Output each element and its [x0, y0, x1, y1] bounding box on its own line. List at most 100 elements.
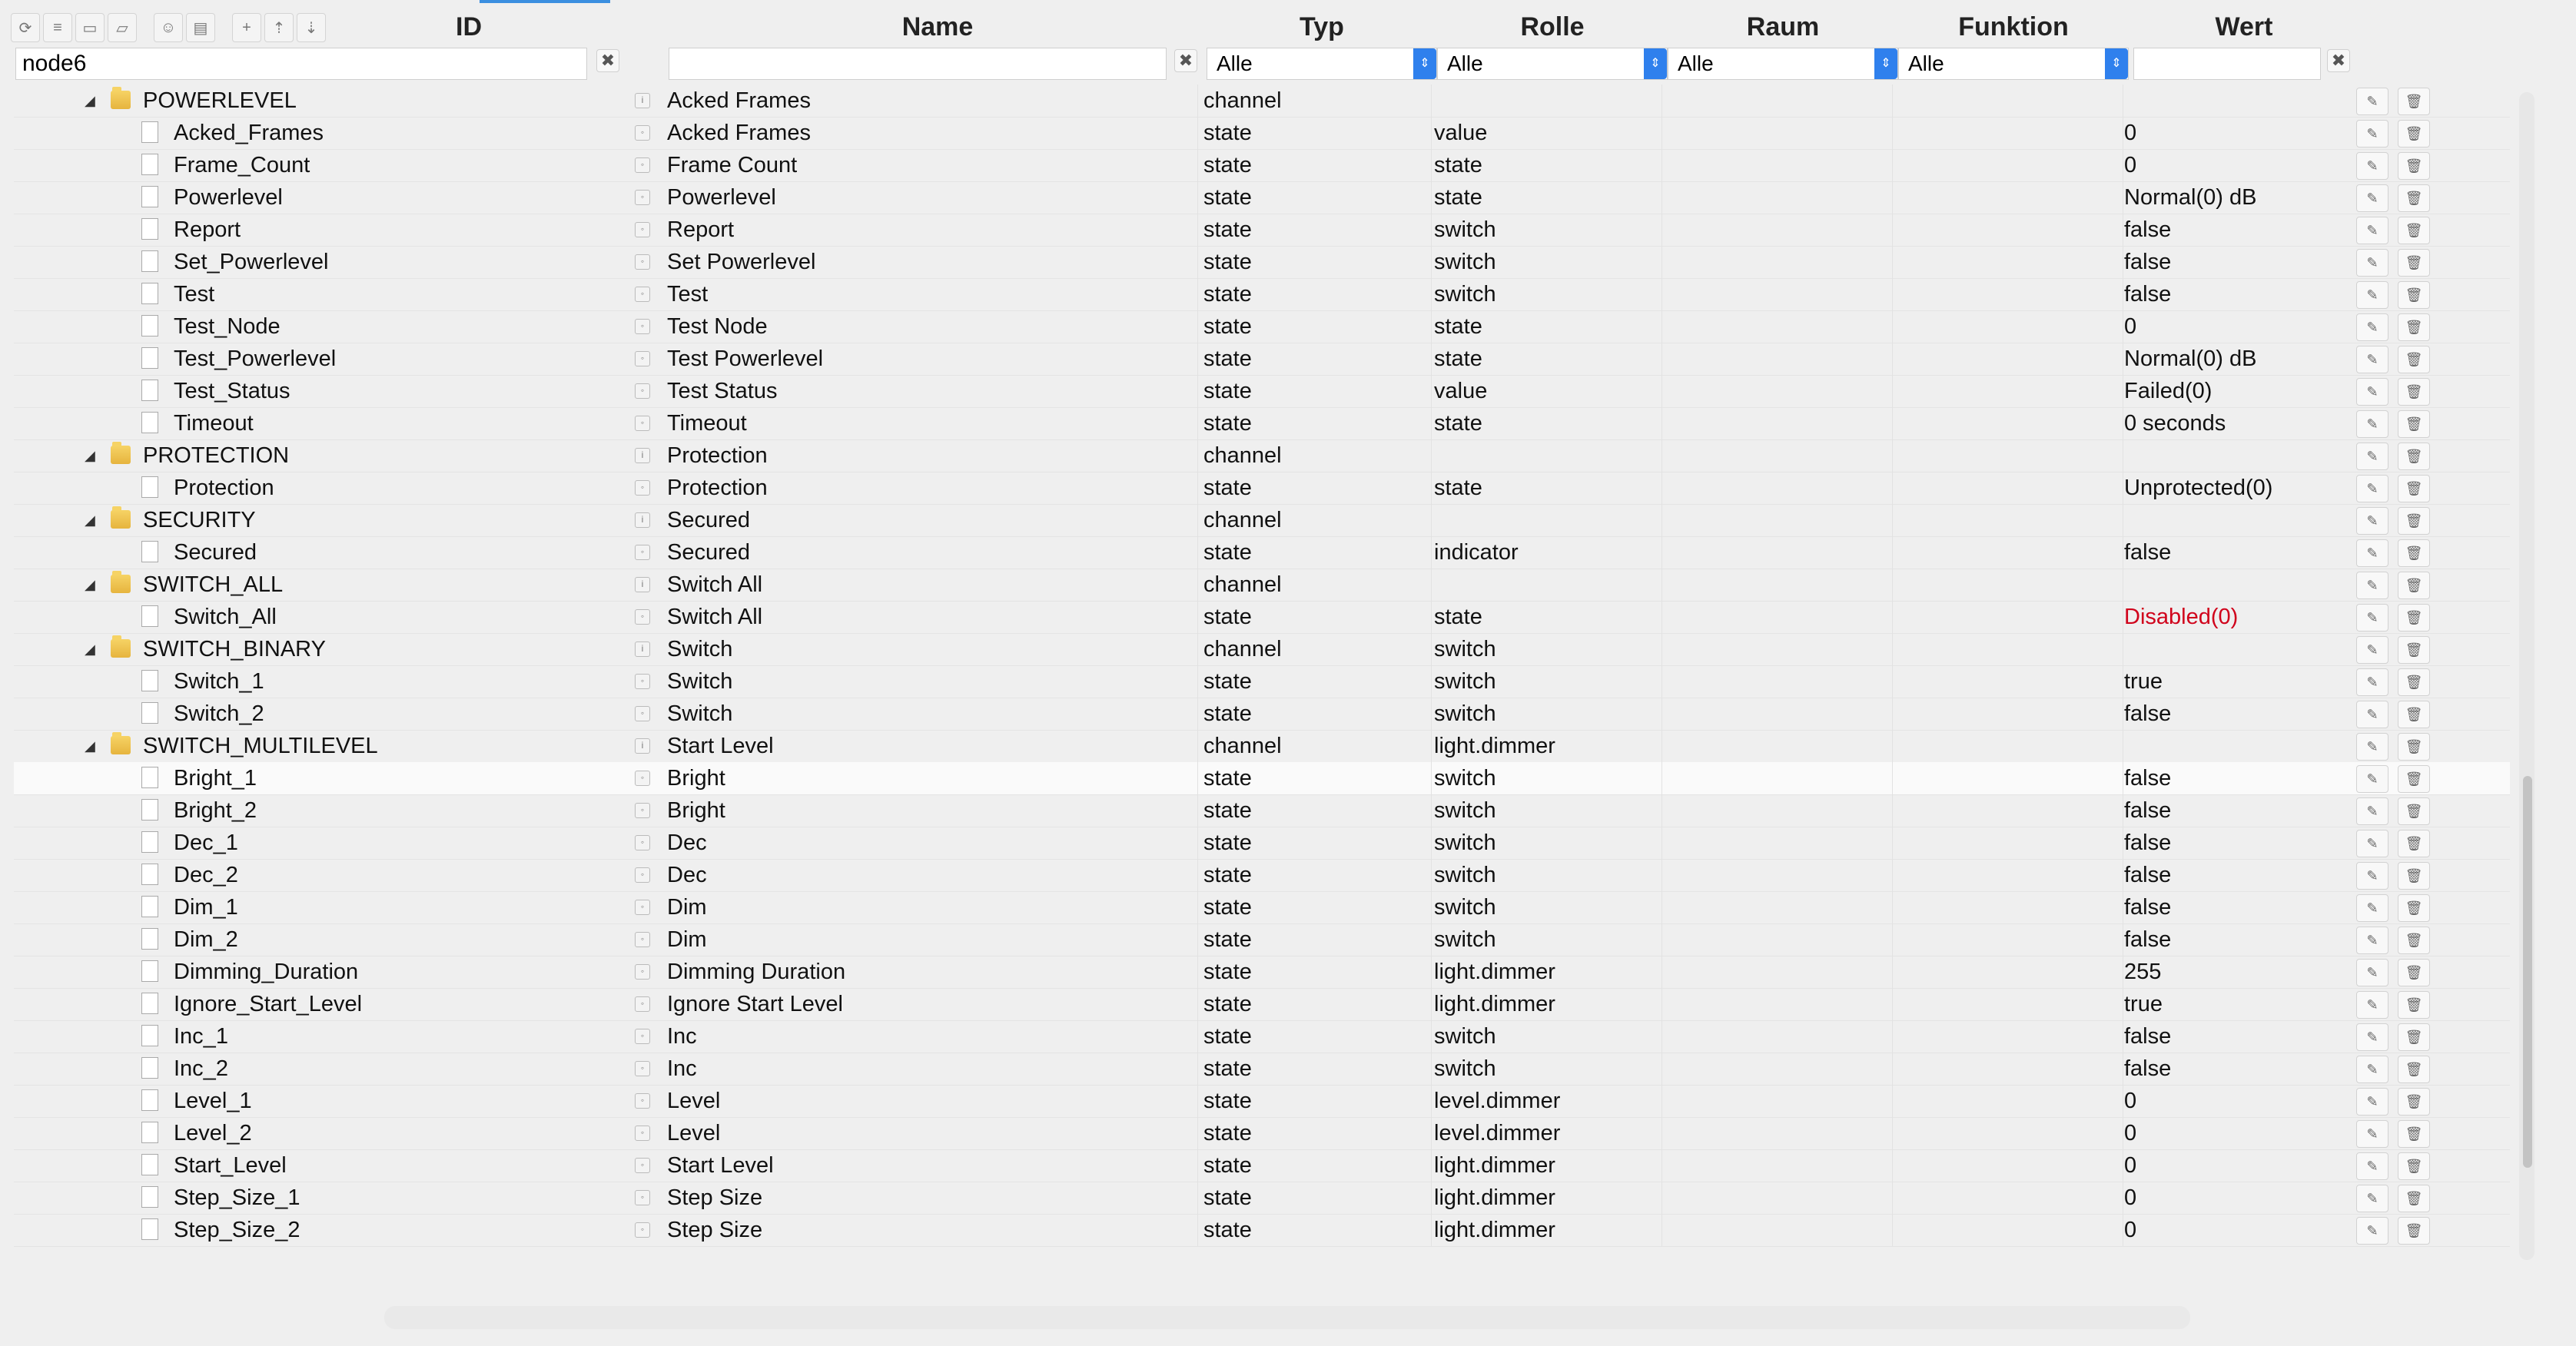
add-icon[interactable]: +	[232, 13, 261, 42]
row-wert[interactable]: 255	[2124, 956, 2355, 988]
row-wert[interactable]: 0	[2124, 117, 2355, 149]
row-wert[interactable]: 0	[2124, 1214, 2355, 1246]
edit-icon[interactable]: ✎	[2356, 539, 2388, 567]
delete-icon[interactable]: 🗑	[2398, 1152, 2430, 1180]
tree-row-state[interactable]: Dec_2 ◦ Dec state switch false ✎ 🗑	[14, 859, 2510, 892]
tree-row-channel[interactable]: ◢ SWITCH_MULTILEVEL i Start Level channel lig…	[14, 730, 2510, 763]
edit-icon[interactable]: ✎	[2356, 733, 2388, 761]
row-wert[interactable]: 0	[2124, 1085, 2355, 1117]
row-wert[interactable]: false	[2124, 698, 2355, 730]
delete-icon[interactable]: 🗑	[2398, 281, 2430, 309]
row-wert[interactable]: Normal(0) dB	[2124, 343, 2355, 375]
edit-icon[interactable]: ✎	[2356, 797, 2388, 825]
header-raum[interactable]: Raum	[1668, 9, 1898, 45]
edit-icon[interactable]: ✎	[2356, 894, 2388, 922]
name-filter-input[interactable]	[669, 48, 1167, 80]
delete-icon[interactable]: 🗑	[2398, 1185, 2430, 1212]
row-wert[interactable]: false	[2124, 859, 2355, 891]
tree-row-state[interactable]: Level_1 ◦ Level state level.dimmer 0 ✎ 🗑	[14, 1085, 2510, 1118]
delete-icon[interactable]: 🗑	[2398, 507, 2430, 535]
delete-icon[interactable]: 🗑	[2398, 1217, 2430, 1245]
tree-row-channel[interactable]: ◢ SWITCH_BINARY i Switch channel switch ✎ 🗑	[14, 633, 2510, 666]
edit-icon[interactable]: ✎	[2356, 249, 2388, 277]
tree-row-state[interactable]: Bright_1 ◦ Bright state switch false ✎ 🗑	[14, 762, 2510, 795]
delete-icon[interactable]: 🗑	[2398, 475, 2430, 502]
clear-wert-filter-icon[interactable]: ✖	[2327, 49, 2350, 72]
edit-icon[interactable]: ✎	[2356, 88, 2388, 115]
edit-icon[interactable]: ✎	[2356, 1152, 2388, 1180]
delete-icon[interactable]: 🗑	[2398, 313, 2430, 341]
row-wert[interactable]	[2124, 569, 2355, 601]
edit-icon[interactable]: ✎	[2356, 120, 2388, 148]
collapse-arrow-icon[interactable]: ◢	[85, 504, 95, 536]
edit-icon[interactable]: ✎	[2356, 1023, 2388, 1051]
row-wert[interactable]: 0	[2124, 1182, 2355, 1214]
tree-row-state[interactable]: Set_Powerlevel ◦ Set Powerlevel state switch…	[14, 246, 2510, 279]
tag-icon[interactable]: ▤	[186, 13, 215, 42]
row-wert[interactable]: false	[2124, 278, 2355, 310]
row-wert[interactable]: 0	[2124, 149, 2355, 181]
delete-icon[interactable]: 🗑	[2398, 1056, 2430, 1083]
scrollbar-thumb[interactable]	[2523, 776, 2532, 1168]
tree-row-state[interactable]: Test ◦ Test state switch false ✎ 🗑	[14, 278, 2510, 311]
tree-row-state[interactable]: Secured ◦ Secured state indicator false ✎ 🗑	[14, 536, 2510, 569]
tree-row-state[interactable]: Inc_2 ◦ Inc state switch false ✎ 🗑	[14, 1053, 2510, 1086]
typ-filter-select[interactable]: Alle ⇕	[1207, 48, 1437, 80]
tree-row-state[interactable]: Timeout ◦ Timeout state state 0 seconds ✎ 🗑	[14, 407, 2510, 440]
edit-icon[interactable]: ✎	[2356, 1217, 2388, 1245]
delete-icon[interactable]: 🗑	[2398, 410, 2430, 438]
delete-icon[interactable]: 🗑	[2398, 1088, 2430, 1116]
row-wert[interactable]: false	[2124, 214, 2355, 246]
collapse-icon[interactable]: ≡	[43, 13, 72, 42]
row-wert[interactable]: Failed(0)	[2124, 375, 2355, 407]
tree-row-state[interactable]: Start_Level ◦ Start Level state light.dimmer…	[14, 1149, 2510, 1182]
row-wert[interactable]: false	[2124, 923, 2355, 956]
edit-icon[interactable]: ✎	[2356, 184, 2388, 212]
delete-icon[interactable]: 🗑	[2398, 1120, 2430, 1148]
edit-icon[interactable]: ✎	[2356, 1056, 2388, 1083]
tree-row-state[interactable]: Powerlevel ◦ Powerlevel state state Normal(0)…	[14, 181, 2510, 214]
delete-icon[interactable]: 🗑	[2398, 636, 2430, 664]
collapse-arrow-icon[interactable]: ◢	[85, 569, 95, 601]
edit-icon[interactable]: ✎	[2356, 378, 2388, 406]
tree-row-state[interactable]: Dim_2 ◦ Dim state switch false ✎ 🗑	[14, 923, 2510, 956]
refresh-icon[interactable]: ⟳	[11, 13, 40, 42]
header-wert[interactable]: Wert	[2129, 9, 2359, 45]
row-wert[interactable]	[2124, 439, 2355, 472]
delete-icon[interactable]: 🗑	[2398, 765, 2430, 793]
user-icon[interactable]: ☺	[154, 13, 183, 42]
row-wert[interactable]: true	[2124, 665, 2355, 698]
delete-icon[interactable]: 🗑	[2398, 733, 2430, 761]
edit-icon[interactable]: ✎	[2356, 507, 2388, 535]
row-wert[interactable]: Disabled(0)	[2124, 601, 2355, 633]
tree-row-state[interactable]: Report ◦ Report state switch false ✎ 🗑	[14, 214, 2510, 247]
edit-icon[interactable]: ✎	[2356, 313, 2388, 341]
delete-icon[interactable]: 🗑	[2398, 830, 2430, 857]
delete-icon[interactable]: 🗑	[2398, 797, 2430, 825]
tree-row-state[interactable]: Dim_1 ◦ Dim state switch false ✎ 🗑	[14, 891, 2510, 924]
delete-icon[interactable]: 🗑	[2398, 1023, 2430, 1051]
tree-row-state[interactable]: Ignore_Start_Level ◦ Ignore Start Level sta…	[14, 988, 2510, 1021]
edit-icon[interactable]: ✎	[2356, 443, 2388, 470]
raum-filter-select[interactable]: Alle ⇕	[1668, 48, 1898, 80]
tree-row-state[interactable]: Frame_Count ◦ Frame Count state state 0 ✎ 🗑	[14, 149, 2510, 182]
row-wert[interactable]: 0	[2124, 1117, 2355, 1149]
tree-row-state[interactable]: Test_Powerlevel ◦ Test Powerlevel state stat…	[14, 343, 2510, 376]
tree-row-state[interactable]: Test_Status ◦ Test Status state value Failed(…	[14, 375, 2510, 408]
edit-icon[interactable]: ✎	[2356, 1088, 2388, 1116]
tree-row-state[interactable]: Switch_2 ◦ Switch state switch false ✎ 🗑	[14, 698, 2510, 731]
delete-icon[interactable]: 🗑	[2398, 862, 2430, 890]
delete-icon[interactable]: 🗑	[2398, 88, 2430, 115]
row-wert[interactable]	[2124, 85, 2355, 117]
header-rolle[interactable]: Rolle	[1437, 9, 1668, 45]
delete-icon[interactable]: 🗑	[2398, 152, 2430, 180]
collapse-arrow-icon[interactable]: ◢	[85, 85, 95, 117]
delete-icon[interactable]: 🗑	[2398, 927, 2430, 954]
upload-icon[interactable]: ⇡	[264, 13, 294, 42]
edit-icon[interactable]: ✎	[2356, 765, 2388, 793]
delete-icon[interactable]: 🗑	[2398, 217, 2430, 244]
edit-icon[interactable]: ✎	[2356, 668, 2388, 696]
tree-row-state[interactable]: Dec_1 ◦ Dec state switch false ✎ 🗑	[14, 827, 2510, 860]
header-typ[interactable]: Typ	[1207, 9, 1437, 45]
header-name[interactable]: Name	[815, 9, 1061, 45]
